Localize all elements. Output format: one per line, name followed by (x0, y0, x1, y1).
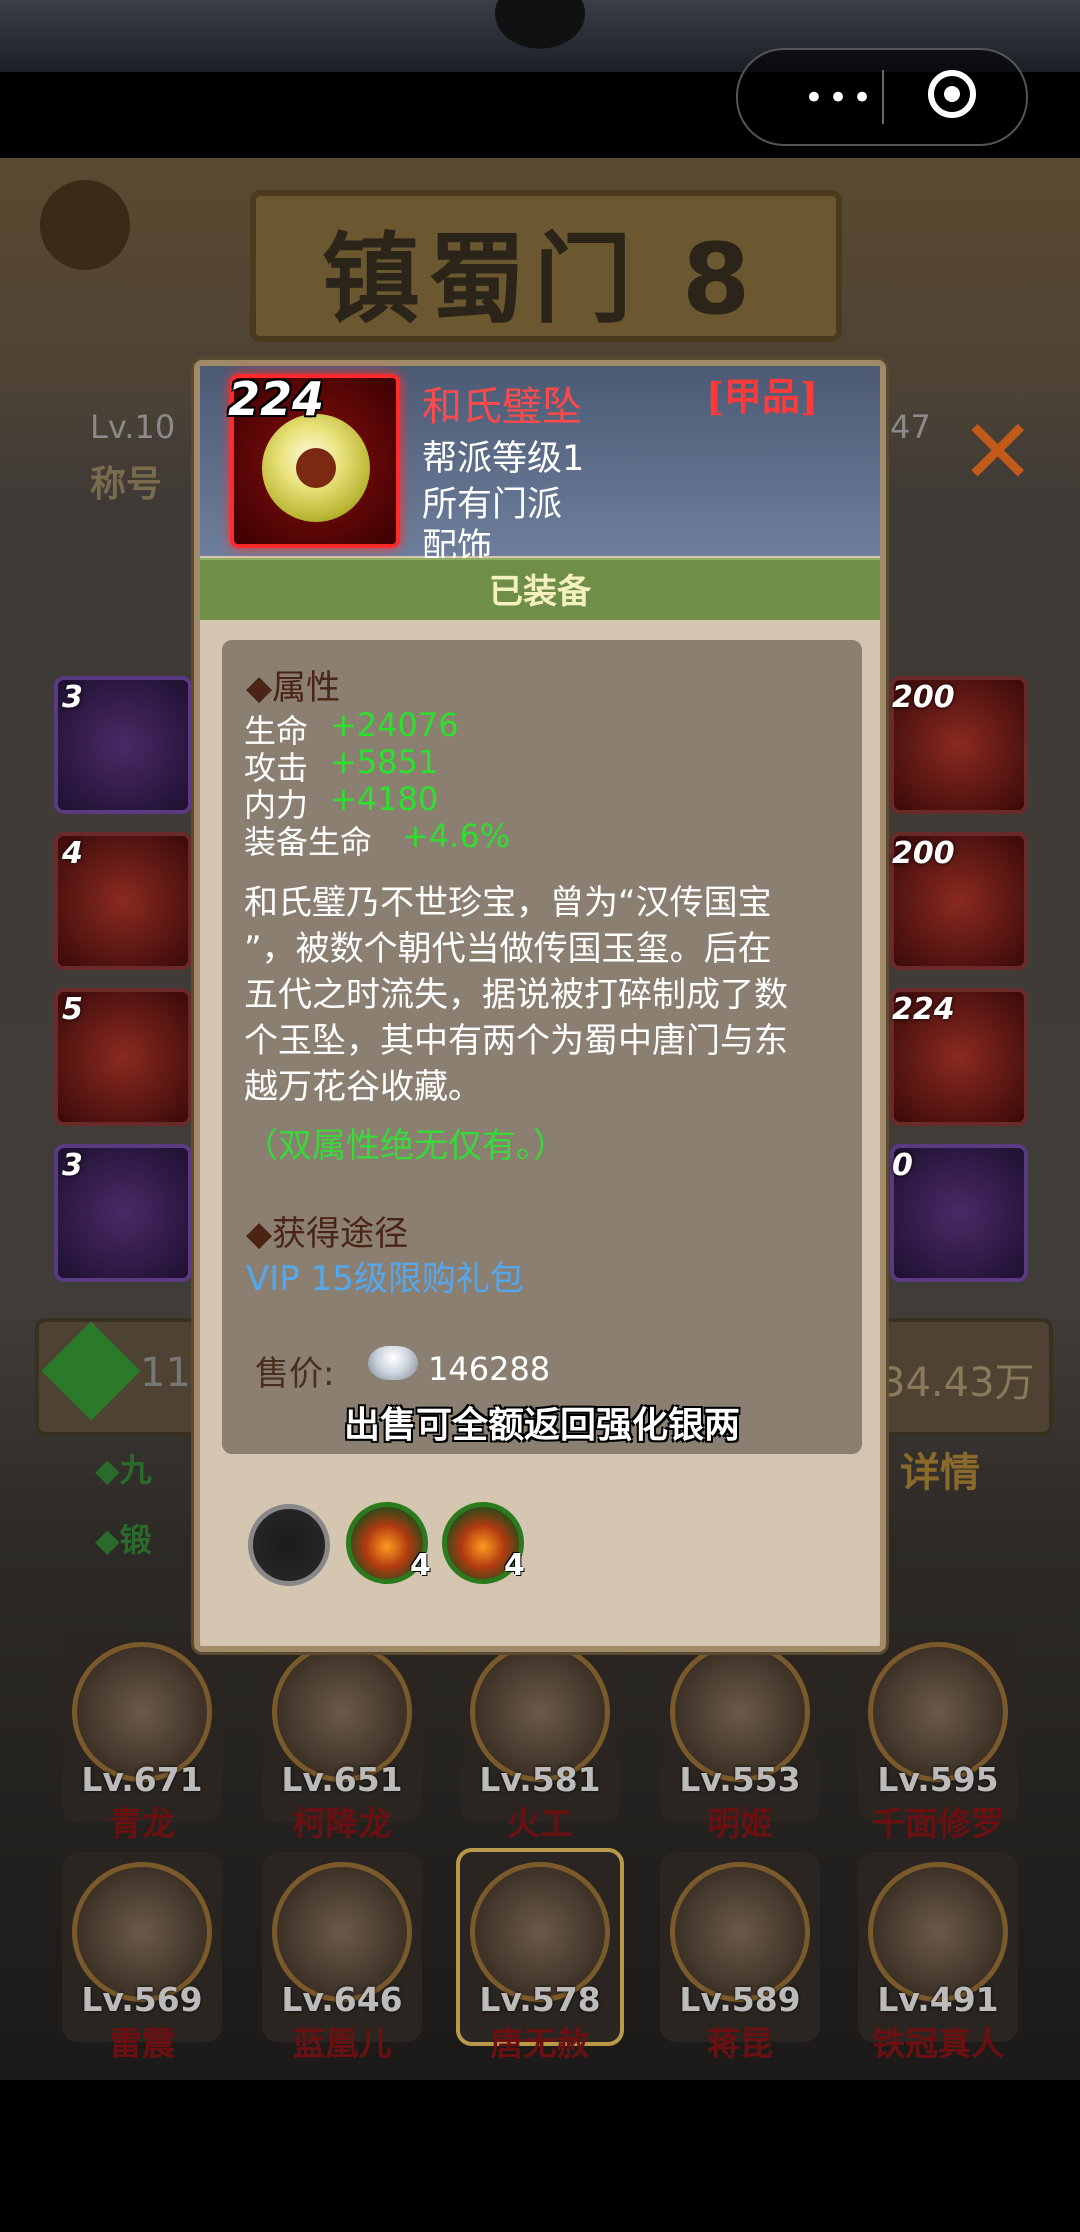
hero-level: Lv.581 (479, 1760, 601, 1799)
jade-pendant-center (296, 448, 336, 488)
hero-level: Lv.553 (679, 1760, 801, 1799)
slot-level: 0 (892, 1148, 913, 1183)
equip-slot[interactable]: 0 (890, 1144, 1028, 1282)
equip-slot[interactable]: 4 (54, 832, 192, 970)
hero-card[interactable]: Lv.595 千面修罗 (858, 1632, 1018, 1843)
player-title: 称号 (90, 464, 163, 505)
power-value: 47 (890, 408, 931, 446)
hero-level: Lv.671 (81, 1760, 203, 1799)
description-line: ”，被数个朝代当做传国玉玺。后在 (244, 929, 772, 969)
close-icon[interactable]: ✕ (960, 400, 1035, 505)
equip-slot[interactable]: 5 (54, 988, 192, 1126)
equip-slot[interactable]: 200 (890, 676, 1028, 814)
slot-level: 5 (62, 992, 83, 1027)
description-line: 五代之时流失，据说被打碎制成了数 (244, 975, 788, 1015)
back-button[interactable] (40, 180, 130, 270)
equip-slot[interactable]: 200 (890, 832, 1028, 970)
power-total: 34.43万 (880, 1360, 1035, 1406)
item-name: 和氏璧坠 (422, 384, 582, 430)
price-label: 售价: (255, 1354, 335, 1394)
bottom-bar (0, 2080, 1080, 2232)
hero-level: Lv.646 (281, 1980, 403, 2019)
refund-note: 出售可全额返回强化银两 (343, 1405, 740, 1446)
hero-name: 千面修罗 (872, 1804, 1004, 1843)
player-level: Lv.10 (90, 408, 176, 446)
hero-level: Lv.491 (877, 1980, 999, 2019)
hero-level: Lv.595 (877, 1760, 999, 1799)
equip-slot[interactable]: 224 (890, 988, 1028, 1126)
description-line: 和氏璧乃不世珍宝，曾为“汉传国宝 (244, 883, 772, 923)
hero-card[interactable]: Lv.581 火工 (460, 1632, 620, 1843)
hero-name: 蓝凰儿 (292, 2024, 392, 2063)
attr-value: +5851 (330, 743, 439, 781)
item-note: （双属性绝无仅有。） (244, 1126, 567, 1166)
hero-card[interactable]: Lv.569 雷震 (62, 1852, 222, 2063)
price-value: 146288 (428, 1350, 551, 1388)
hero-name: 蒋昆 (707, 2024, 773, 2063)
hero-card[interactable]: Lv.589 蒋昆 (660, 1852, 820, 2063)
slot-level: 200 (892, 836, 955, 871)
hero-name: 雷震 (109, 2024, 175, 2063)
hero-name: 火工 (507, 1804, 573, 1843)
hero-name: 唐无赦 (490, 2024, 590, 2063)
hero-level: Lv.578 (479, 1980, 601, 2019)
gem-count: 4 (504, 1548, 525, 1583)
description-line: 个玉坠，其中有两个为蜀中唐门与东 (244, 1021, 788, 1061)
slot-level: 3 (62, 1148, 83, 1183)
equip-slot[interactable]: 3 (54, 676, 192, 814)
capsule-divider (882, 70, 884, 124)
slot-level: 3 (62, 680, 83, 715)
silver-ingot-icon (368, 1346, 418, 1380)
slot-level: 200 (892, 680, 955, 715)
hero-level: Lv.589 (679, 1980, 801, 2019)
hero-name: 铁冠真人 (872, 2024, 1004, 2063)
hero-level: Lv.651 (281, 1760, 403, 1799)
equip-slot[interactable]: 3 (54, 1144, 192, 1282)
hero-level: Lv.569 (81, 1980, 203, 2019)
attr-value: +24076 (330, 706, 459, 744)
hero-name: 青龙 (109, 1804, 175, 1843)
source-link[interactable]: VIP 15级限购礼包 (246, 1251, 524, 1300)
hero-name: 明姬 (707, 1804, 773, 1843)
attr-value: +4180 (330, 780, 439, 818)
hero-name: 柯降龙 (292, 1804, 392, 1843)
gem-count: 4 (410, 1548, 431, 1583)
close-miniprogram-icon[interactable] (928, 70, 976, 118)
description-line: 越万花谷收藏。 (244, 1067, 482, 1107)
banner-ornament (470, 0, 610, 68)
empty-gem-socket[interactable] (248, 1504, 330, 1586)
hero-card[interactable]: Lv.671 青龙 (62, 1632, 222, 1843)
sect-name: 镇蜀门 8 (321, 223, 759, 337)
hero-card[interactable]: Lv.646 蓝凰儿 (262, 1852, 422, 2063)
hero-card-selected[interactable]: Lv.578 唐无赦 (456, 1848, 624, 2063)
item-guild-requirement: 帮派等级1 (422, 439, 585, 479)
attr-value: +4.6% (402, 817, 511, 855)
item-description: 和氏璧乃不世珍宝，曾为“汉传国宝 ”，被数个朝代当做传国玉玺。后在 五代之时流失… (244, 880, 844, 1110)
slot-level: 4 (62, 836, 83, 871)
source-title: ◆获得途径 (246, 1214, 409, 1254)
attributes-title: ◆属性 (246, 668, 341, 708)
details-link[interactable]: 详情 (900, 1440, 980, 1498)
item-enhance-level: 224 (228, 372, 325, 426)
fate-value: 11 (140, 1350, 191, 1396)
item-grade: [甲品] (706, 374, 818, 419)
equipped-status: 已装备 (489, 572, 591, 612)
nine-link[interactable]: ◆九 (95, 1445, 152, 1491)
hero-card[interactable]: Lv.553 明姬 (660, 1632, 820, 1843)
slot-level: 224 (892, 992, 955, 1027)
hero-card[interactable]: Lv.491 铁冠真人 (858, 1852, 1018, 2063)
miniprogram-capsule: ••• (736, 48, 1028, 146)
attr-name: 装备生命 (244, 823, 373, 861)
hero-card[interactable]: Lv.651 柯降龙 (262, 1632, 422, 1843)
forge-link[interactable]: ◆锻 (95, 1515, 152, 1561)
